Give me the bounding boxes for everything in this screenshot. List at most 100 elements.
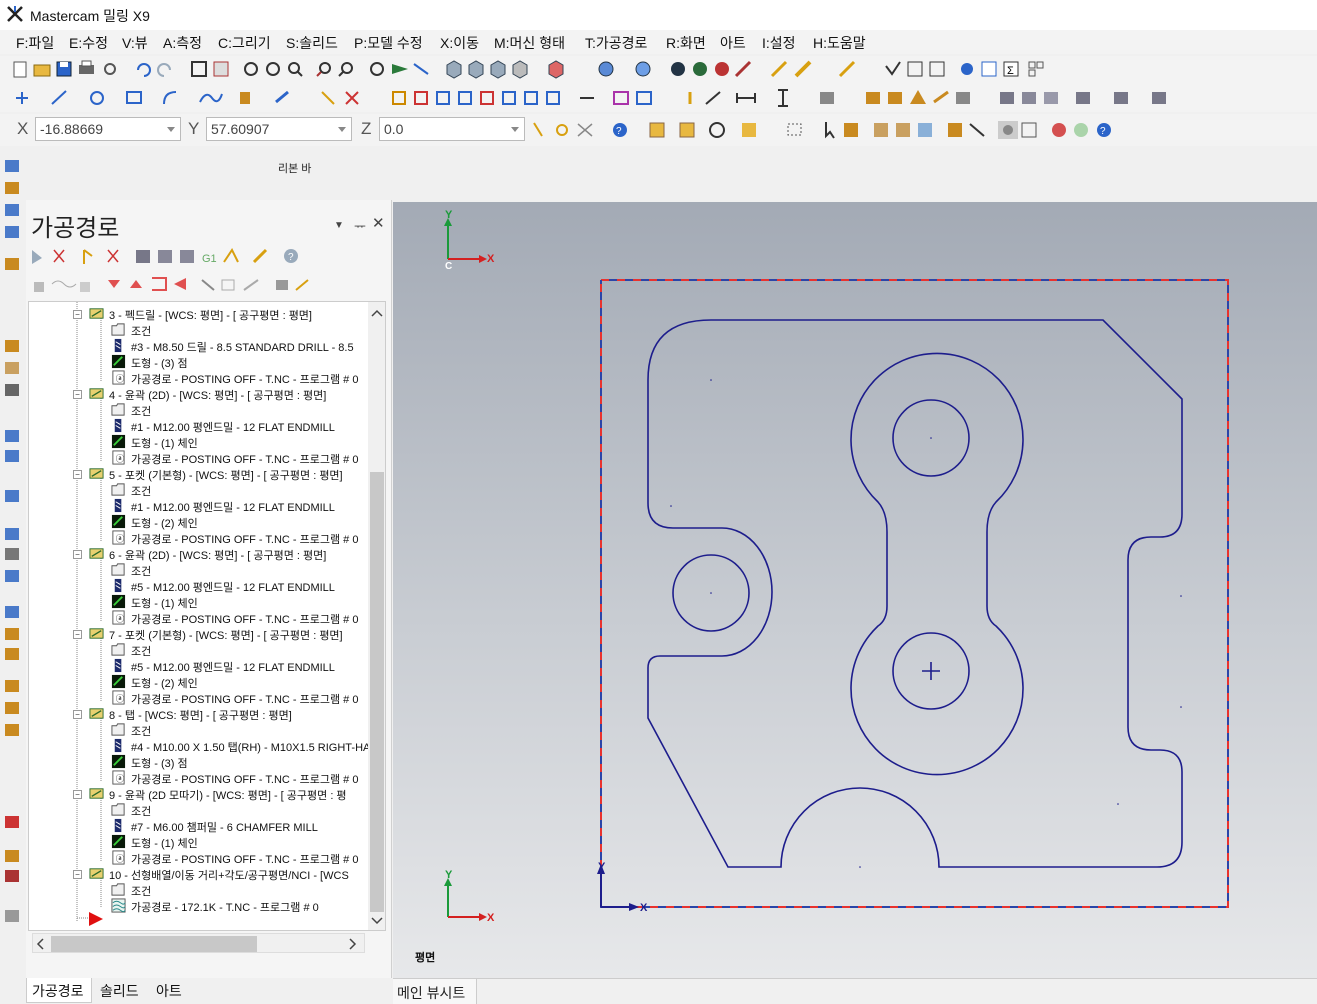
rect-select-icon[interactable] — [787, 123, 802, 136]
menu-help[interactable]: H:도움말 — [813, 33, 866, 53]
backplot-ops-icon[interactable] — [136, 250, 150, 263]
dynamic-rotate-icon[interactable] — [413, 63, 429, 75]
edit-select-icon[interactable] — [1021, 122, 1037, 138]
views-menu-icon[interactable] — [548, 60, 564, 79]
xform-roll-icon[interactable] — [546, 91, 560, 105]
sigma-icon[interactable]: Σ — [1003, 61, 1019, 77]
toolpath-restmill-icon[interactable] — [5, 702, 19, 714]
trim-icon[interactable] — [321, 91, 335, 105]
menu-edit[interactable]: E:수정 — [69, 33, 108, 53]
show-gouges-icon[interactable] — [201, 279, 215, 291]
verify-select-icon[interactable] — [998, 121, 1018, 139]
settings-gear-icon[interactable] — [961, 63, 973, 75]
zoom-target-icon[interactable] — [266, 62, 280, 76]
unzoom-icon[interactable] — [316, 62, 331, 77]
stop-icon[interactable] — [1052, 123, 1066, 137]
simulation-icon[interactable] — [1114, 92, 1128, 104]
toolpath-undo-icon[interactable] — [5, 816, 19, 828]
redo-icon[interactable] — [157, 63, 171, 77]
cylinder-icon[interactable] — [240, 92, 250, 104]
xform-offset-icon[interactable] — [480, 91, 494, 105]
verify-ops-icon[interactable] — [158, 250, 172, 263]
analyze-chain-icon[interactable] — [929, 61, 945, 77]
iso-view-icon[interactable] — [446, 60, 462, 79]
zoom-out-icon[interactable] — [338, 62, 353, 77]
edge-select-icon[interactable] — [918, 123, 932, 137]
xform-stretch-icon[interactable] — [502, 91, 516, 105]
face-select-icon[interactable] — [874, 123, 888, 137]
refresh-icon[interactable] — [709, 122, 725, 138]
nest-icon[interactable] — [636, 91, 652, 105]
attributes-icon[interactable] — [838, 60, 856, 78]
selection-mode-icon[interactable] — [742, 123, 756, 137]
move-down-icon[interactable] — [108, 280, 120, 288]
surface-icon[interactable] — [275, 90, 289, 104]
tab-art[interactable]: 아트 — [156, 981, 182, 1001]
toolpath-2d-icon[interactable] — [5, 160, 19, 172]
tree-collapse-toggle[interactable]: − — [73, 870, 82, 879]
spline-icon[interactable] — [199, 93, 223, 103]
menu-machine-type[interactable]: M:머신 형태 — [494, 33, 565, 53]
menu-create[interactable]: C:그리기 — [218, 33, 271, 53]
zoom-icon[interactable] — [288, 62, 303, 77]
line-icon[interactable] — [51, 90, 67, 105]
pan-icon[interactable] — [392, 64, 408, 74]
vertex-select-icon[interactable] — [969, 123, 985, 137]
edit-ops-icon[interactable] — [252, 248, 268, 264]
rotate-icon[interactable] — [370, 62, 384, 76]
toolpath-thread-icon[interactable] — [5, 450, 19, 462]
leader-icon[interactable] — [705, 91, 721, 105]
panel-menu-icon[interactable]: ▼ — [334, 220, 344, 231]
toolpath-engrave-icon[interactable] — [5, 362, 19, 374]
autocursor-settings-icon[interactable] — [556, 124, 568, 136]
xform-translate-icon[interactable] — [392, 91, 406, 105]
xform-project-icon[interactable] — [524, 91, 538, 105]
deselect-ops-icon[interactable] — [53, 249, 65, 263]
menu-model-prep[interactable]: P:모델 수정 — [354, 33, 423, 53]
tab-solids[interactable]: 솔리드 — [100, 981, 139, 1001]
hscroll-thumb[interactable] — [51, 936, 257, 952]
translucency-icon[interactable] — [715, 62, 729, 76]
toolpath-wire-icon[interactable] — [5, 724, 19, 736]
post-icon[interactable] — [1152, 92, 1166, 104]
hatch-icon[interactable] — [820, 92, 834, 104]
help-icon[interactable]: ? — [613, 123, 627, 137]
toolpath-slot-icon[interactable] — [5, 340, 19, 352]
toolpath-stock-icon[interactable] — [5, 850, 19, 862]
scroll-right-icon[interactable] — [349, 938, 357, 950]
toolpath-transform-icon[interactable] — [5, 628, 19, 640]
vscroll-thumb[interactable] — [370, 472, 384, 912]
tree-collapse-toggle[interactable]: − — [73, 550, 82, 559]
arc-icon[interactable] — [163, 91, 177, 105]
toolpath-trim-icon[interactable] — [5, 606, 19, 618]
dim-horizontal-icon[interactable] — [736, 93, 756, 103]
scroll-left-icon[interactable] — [36, 938, 44, 950]
zoom-window-icon[interactable] — [244, 62, 258, 76]
regenerate-dirty-icon[interactable] — [107, 249, 119, 263]
line-style-icon[interactable] — [770, 60, 788, 78]
config-icon[interactable] — [981, 61, 997, 77]
undo-icon[interactable] — [137, 63, 151, 77]
tree-collapse-toggle[interactable]: − — [73, 710, 82, 719]
select-all-ops-icon[interactable] — [32, 250, 42, 264]
point-icon[interactable] — [16, 92, 28, 104]
scroll-to-arrow-icon[interactable] — [174, 278, 186, 290]
toolpath-chamfer-icon[interactable] — [5, 490, 19, 502]
toolpath-helix-icon[interactable] — [5, 430, 19, 442]
x-coordinate-field[interactable]: -16.88669 — [35, 117, 181, 141]
open-file-icon[interactable] — [33, 64, 51, 77]
sphere-icon[interactable] — [635, 61, 651, 77]
circle-icon[interactable] — [90, 91, 104, 105]
xform-mirror-icon[interactable] — [436, 91, 450, 105]
ok-icon[interactable] — [1074, 123, 1088, 137]
toolpath-surface-icon[interactable] — [5, 528, 19, 540]
stock-icon[interactable] — [866, 92, 880, 104]
top-view-icon[interactable] — [468, 60, 484, 79]
select-multiple-icon[interactable] — [679, 122, 695, 138]
tab-toolpaths[interactable]: 가공경로 — [32, 981, 84, 1001]
panel-pin-icon[interactable]: ᅲ — [354, 216, 366, 235]
right-view-icon[interactable] — [512, 60, 528, 79]
fast-point-icon[interactable] — [533, 122, 543, 137]
rectangle-icon[interactable] — [126, 91, 142, 104]
z-dropdown-icon[interactable] — [511, 127, 519, 132]
